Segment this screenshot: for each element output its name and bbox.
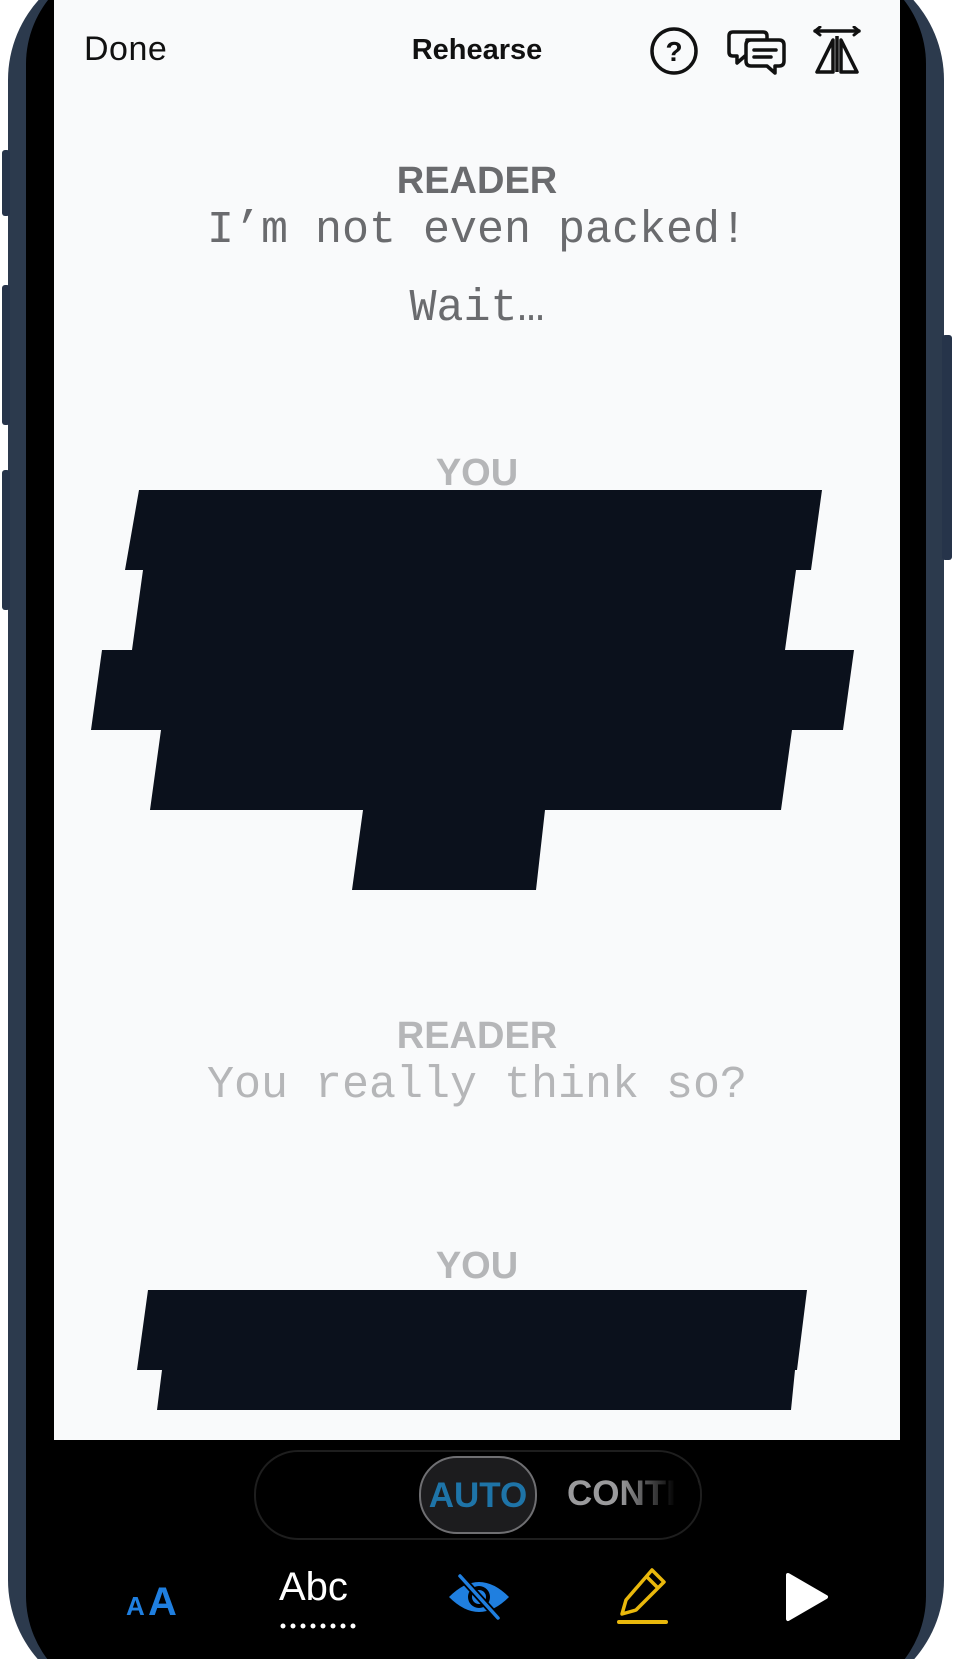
spelling-icon[interactable]: Abc: [277, 1565, 357, 1635]
speaker-label-reader: READER: [396, 160, 558, 202]
text-size-icon[interactable]: A A: [124, 1575, 184, 1625]
top-bar: Done Rehearse ?: [54, 0, 900, 100]
side-button-left-2: [2, 285, 10, 425]
dialogue-line: Wait…: [409, 283, 545, 334]
svg-text:A: A: [148, 1580, 177, 1620]
play-icon[interactable]: [784, 1571, 830, 1628]
side-button-right: [942, 335, 952, 560]
pill-fade: [620, 1452, 700, 1538]
side-button-left-3: [2, 470, 10, 610]
speaker-label-reader: READER: [396, 1015, 558, 1057]
svg-text:?: ?: [665, 36, 682, 67]
speaker-label-you: YOU: [435, 452, 519, 494]
stage-icon[interactable]: [812, 25, 862, 81]
chat-bubbles-icon[interactable]: [727, 26, 787, 81]
highlight-pen-icon[interactable]: [616, 1566, 670, 1631]
hide-lines-icon[interactable]: [446, 1572, 512, 1627]
redaction-block: [137, 1290, 807, 1410]
device-frame: Done Rehearse ? READER I’m not even pack…: [0, 0, 954, 1659]
rehearse-screen: Done Rehearse ? READER I’m not even pack…: [54, 0, 900, 1440]
mode-selector[interactable]: AUTO CONTIN: [254, 1450, 702, 1540]
dialogue-line: I’m not even packed!: [206, 205, 748, 256]
speaker-label-you: YOU: [435, 1245, 519, 1287]
help-icon[interactable]: ?: [649, 26, 699, 81]
dialogue-line: You really think so?: [206, 1060, 748, 1111]
side-button-left-1: [2, 150, 10, 216]
svg-text:A: A: [126, 1591, 145, 1620]
redaction-block: [91, 490, 854, 890]
mode-option-auto[interactable]: AUTO: [419, 1456, 537, 1534]
